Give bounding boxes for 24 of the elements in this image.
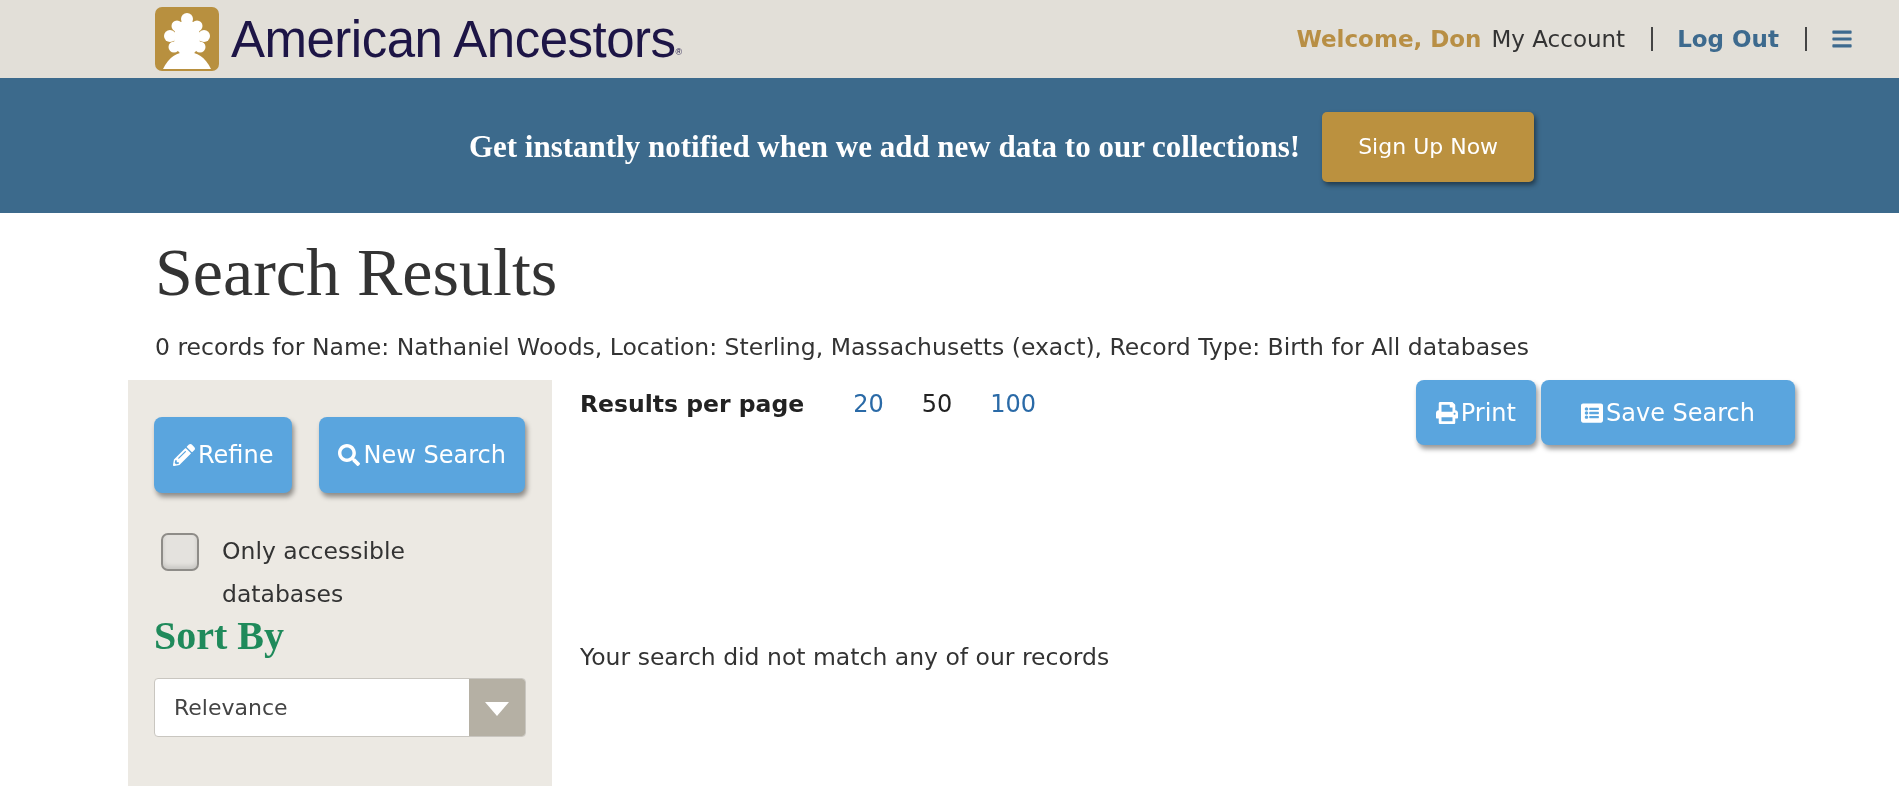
per-page-label: Results per page	[580, 389, 805, 420]
registered-mark: ®	[675, 47, 683, 57]
accessible-checkbox[interactable]	[161, 533, 199, 571]
welcome-text: Welcome, Don	[1296, 26, 1482, 52]
page-size-option[interactable]: 50	[921, 386, 953, 422]
sort-select[interactable]: Relevance	[154, 678, 526, 737]
leaf-logo-icon	[155, 7, 219, 71]
list-icon	[1581, 401, 1603, 424]
menu-icon[interactable]	[1831, 28, 1853, 50]
banner-message: Get instantly notified when we add new data to our collections!	[468, 128, 1301, 165]
page-size-option[interactable]: 100	[990, 386, 1037, 422]
logo-wordmark[interactable]: American Ancestors	[231, 13, 676, 65]
pencil-icon	[173, 444, 195, 466]
page-size-option[interactable]: 20	[853, 386, 884, 422]
logout-link[interactable]: Log Out	[1677, 26, 1779, 52]
checkbox-label: Only accessible databases	[222, 536, 406, 610]
page-title: Search Results	[155, 233, 559, 311]
printer-icon	[1435, 401, 1458, 424]
search-icon	[338, 444, 361, 466]
account-link[interactable]: My Account	[1491, 26, 1626, 52]
sign-up-button[interactable]: Sign Up Now	[1322, 111, 1535, 182]
sort-heading: Sort By	[154, 616, 285, 656]
no-results-message: Your search did not match any of our records	[580, 642, 1111, 673]
results-summary: 0 records for Name: Nathaniel Woods, Location: Sterling, Massachusetts (exact), Record Type: Birth for All databases	[155, 332, 1530, 363]
